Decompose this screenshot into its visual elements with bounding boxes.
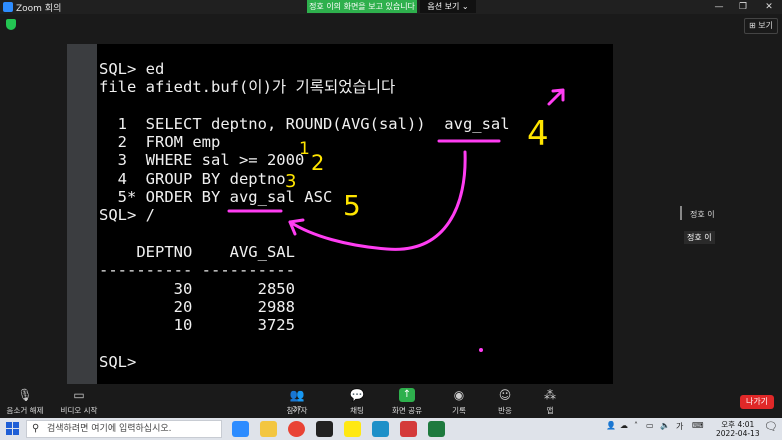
search-placeholder: 검색하려면 여기에 입력하십시오.: [47, 424, 172, 434]
pink-arrow-small: [547, 88, 565, 106]
annotation-5: 5: [343, 189, 361, 222]
people-icon[interactable]: 👤: [606, 421, 616, 430]
chat-button[interactable]: 💬 채팅: [332, 388, 382, 416]
record-button[interactable]: ◉ 기록: [434, 388, 484, 416]
notification-icon[interactable]: 🗨: [764, 420, 778, 433]
app-blue-icon[interactable]: [372, 421, 389, 437]
reactions-label: 반응: [498, 406, 512, 415]
zoom-logo-icon: [3, 2, 13, 12]
share-screen-button[interactable]: ↑ 화면 공유: [382, 388, 432, 416]
share-label: 화면 공유: [392, 406, 422, 415]
shared-screen: SQL> ed file afiedt.buf(이)가 기록되었습니다 1 SE…: [67, 44, 613, 384]
annotation-2: 2: [311, 151, 324, 175]
chrome-icon[interactable]: [288, 421, 305, 437]
taskbar-clock[interactable]: 오후 4:01 2022-04-13: [716, 420, 760, 438]
participant-label: 정호 이: [684, 231, 715, 244]
restore-button[interactable]: ❐: [730, 0, 756, 14]
terminal-icon[interactable]: [316, 421, 333, 437]
participant-audio-bar: [680, 206, 682, 220]
zoom-app-icon[interactable]: [232, 421, 249, 437]
mute-label: 음소거 해제: [6, 406, 44, 415]
tray-chevron-icon[interactable]: ˄: [634, 421, 638, 430]
participants-button[interactable]: 👥27 참가자: [272, 388, 322, 416]
security-shield-icon[interactable]: [6, 19, 16, 30]
chat-label: 채팅: [350, 406, 364, 415]
mic-muted-icon: 🎙: [17, 388, 33, 402]
record-label: 기록: [452, 406, 466, 415]
apps-icon: ⁂: [544, 388, 556, 402]
apps-button[interactable]: ⁂ 앱: [525, 388, 575, 416]
video-off-icon: ▭: [73, 388, 85, 402]
video-button[interactable]: ▭ 비디오 시작: [54, 388, 104, 416]
annotation-3: 3: [285, 171, 296, 192]
keyboard-icon[interactable]: ⌨: [692, 421, 704, 430]
participant-name: 정호 이: [690, 210, 715, 219]
record-icon: ◉: [453, 388, 465, 402]
ime-mode-icon[interactable]: 가: [676, 421, 683, 432]
share-screen-icon: ↑: [399, 388, 415, 402]
pink-dot: [479, 348, 483, 352]
window-title: Zoom 회의: [16, 4, 62, 14]
reactions-button[interactable]: ☺ 반응: [480, 388, 530, 416]
search-icon: ⚲: [32, 423, 40, 434]
network-icon[interactable]: ▭: [646, 421, 654, 430]
annotation-1: 1: [299, 139, 310, 159]
annotation-layer: 4 1 2 3 5: [227, 88, 565, 352]
clock-time: 오후 4:01: [721, 420, 755, 429]
cloud-icon[interactable]: ☁: [620, 421, 628, 430]
reactions-icon: ☺: [498, 388, 512, 402]
app-red-icon[interactable]: [400, 421, 417, 437]
screen-share-banner: 정호 이의 화면을 보고 있습니다: [307, 0, 417, 13]
mute-button[interactable]: 🎙 음소거 해제: [0, 388, 50, 416]
windows-taskbar: ⚲ 검색하려면 여기에 입력하십시오. 👤 ☁ ˄ ▭ 🔈 가 ⌨ 오후 4:0…: [0, 418, 782, 440]
participants-icon: 👥27: [289, 388, 305, 413]
volume-icon[interactable]: 🔈: [660, 421, 670, 430]
clock-date: 2022-04-13: [716, 429, 760, 438]
excel-icon[interactable]: [428, 421, 445, 437]
participants-label: 참가자: [286, 406, 308, 415]
video-label: 비디오 시작: [60, 406, 98, 415]
close-button[interactable]: ✕: [756, 0, 782, 14]
windows-start-icon[interactable]: [6, 422, 20, 436]
view-button[interactable]: ⊞ 보기: [744, 18, 778, 34]
meeting-topbar: ⊞ 보기: [0, 14, 782, 36]
taskbar-search-input[interactable]: ⚲ 검색하려면 여기에 입력하십시오.: [26, 420, 222, 438]
chat-icon: 💬: [349, 388, 365, 402]
leave-button[interactable]: 나가기: [740, 395, 774, 409]
minimize-button[interactable]: —: [706, 0, 732, 14]
kakaotalk-icon[interactable]: [344, 421, 361, 437]
file-explorer-icon[interactable]: [260, 421, 277, 437]
view-options-button[interactable]: 옵션 보기 ⌄: [420, 0, 476, 13]
apps-label: 앱: [546, 406, 554, 415]
meeting-toolbar: 🎙 음소거 해제 ▭ 비디오 시작 👥27 참가자 💬 채팅 ↑ 화면 공유 ◉…: [0, 384, 782, 418]
annotation-4: 4: [527, 114, 549, 154]
